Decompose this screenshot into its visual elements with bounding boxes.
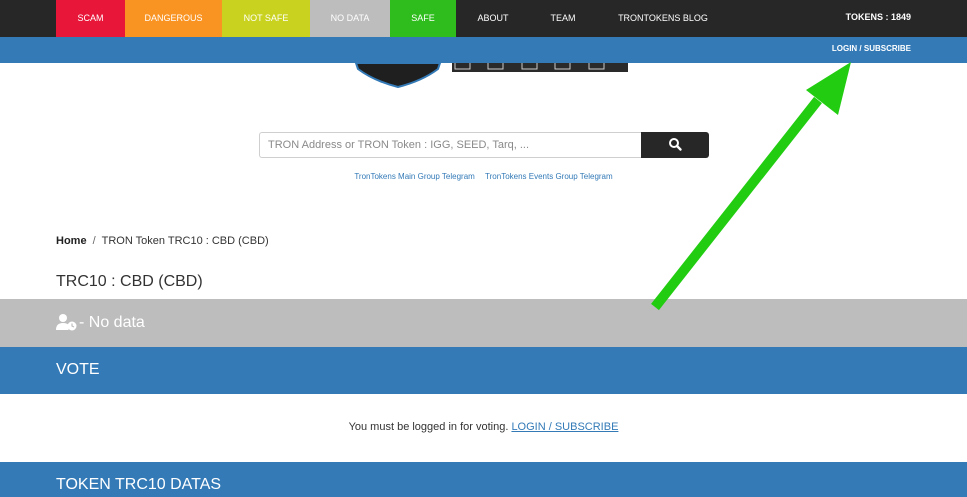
- nav-about[interactable]: ABOUT: [456, 0, 530, 37]
- token-datas-header: TOKEN TRC10 DATAS: [0, 462, 967, 497]
- vote-message: You must be logged in for voting. LOGIN …: [0, 421, 967, 433]
- site-logo[interactable]: [352, 56, 628, 89]
- search-icon: [669, 138, 682, 151]
- vote-login-link[interactable]: LOGIN / SUBSCRIBE: [511, 421, 618, 433]
- nav-scam[interactable]: SCAM: [56, 0, 125, 37]
- page-title: TRC10 : CBD (CBD): [56, 273, 203, 290]
- status-bar: - No data: [0, 299, 967, 347]
- search-bar: [259, 132, 709, 158]
- nav-safe[interactable]: SAFE: [390, 0, 456, 37]
- tokens-count: TOKENS : 1849: [845, 12, 911, 22]
- vote-message-text: You must be logged in for voting.: [348, 421, 509, 433]
- nav-no-data[interactable]: NO DATA: [310, 0, 390, 37]
- login-bar: LOGIN / SUBSCRIBE: [0, 37, 967, 63]
- vote-title: VOTE: [56, 361, 100, 378]
- search-input[interactable]: [259, 132, 642, 158]
- breadcrumb-home[interactable]: Home: [56, 235, 87, 247]
- top-navigation: SCAM DANGEROUS NOT SAFE NO DATA SAFE ABO…: [0, 0, 967, 37]
- logo-shield-icon: [354, 56, 628, 89]
- token-datas-title: TOKEN TRC10 DATAS: [56, 476, 222, 493]
- vote-section-header: VOTE: [0, 347, 967, 394]
- breadcrumb-separator: /: [92, 235, 96, 247]
- breadcrumb: Home / TRON Token TRC10 : CBD (CBD): [56, 235, 269, 247]
- nav-blog[interactable]: TRONTOKENS BLOG: [596, 0, 730, 37]
- user-clock-icon: [56, 314, 77, 331]
- nav-dangerous[interactable]: DANGEROUS: [125, 0, 222, 37]
- nav-team[interactable]: TEAM: [530, 0, 596, 37]
- telegram-main-link[interactable]: TronTokens Main Group Telegram: [354, 172, 475, 181]
- breadcrumb-current: TRON Token TRC10 : CBD (CBD): [101, 235, 269, 247]
- status-label: - No data: [79, 314, 145, 331]
- telegram-events-link[interactable]: TronTokens Events Group Telegram: [485, 172, 613, 181]
- login-subscribe-link[interactable]: LOGIN / SUBSCRIBE: [832, 37, 911, 61]
- telegram-links: TronTokens Main Group Telegram TronToken…: [0, 172, 967, 181]
- nav-not-safe[interactable]: NOT SAFE: [222, 0, 310, 37]
- search-button[interactable]: [641, 132, 709, 158]
